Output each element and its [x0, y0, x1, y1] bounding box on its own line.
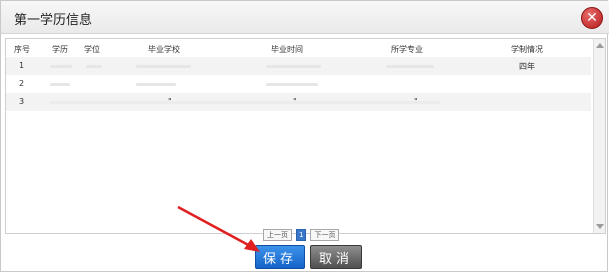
- education-dialog: 第一学历信息 ✕ 序号 学历 学位 毕业学校 毕业时间 所学专业 学制情况 1 …: [0, 0, 609, 272]
- header-major: 所学专业: [391, 45, 423, 54]
- table-header: 序号 学历 学位 毕业学校 毕业时间 所学专业 学制情况: [6, 39, 591, 57]
- cancel-button[interactable]: 取消: [310, 245, 362, 269]
- scroll-down-icon[interactable]: [596, 224, 604, 229]
- row-school-mark: ": [168, 97, 172, 106]
- table-row[interactable]: 2: [6, 75, 591, 93]
- redacted-cell: [50, 101, 440, 104]
- redacted-cell: [386, 65, 434, 68]
- header-index: 序号: [14, 45, 30, 54]
- header-duration: 学制情况: [511, 45, 543, 54]
- dialog-titlebar: 第一学历信息 ✕: [1, 1, 609, 34]
- current-page[interactable]: 1: [296, 229, 307, 241]
- redacted-cell: [136, 83, 176, 86]
- save-button[interactable]: 保存: [255, 245, 305, 269]
- row-time-mark: ": [293, 97, 297, 106]
- scroll-up-icon[interactable]: [596, 43, 604, 48]
- redacted-cell: [50, 83, 70, 86]
- redacted-cell: [86, 65, 102, 68]
- close-button[interactable]: ✕: [581, 7, 603, 29]
- table-row[interactable]: 3 " " ": [6, 93, 591, 111]
- row-index: 3: [19, 97, 25, 106]
- vertical-scrollbar[interactable]: [593, 39, 605, 233]
- row-index: 1: [19, 61, 25, 70]
- education-table: 序号 学历 学位 毕业学校 毕业时间 所学专业 学制情况 1 四年 2 3 " …: [5, 38, 606, 234]
- pagination: 上一页 1 下一页: [263, 229, 340, 241]
- row-major-mark: ": [414, 97, 418, 106]
- header-degree: 学历: [52, 45, 68, 54]
- dialog-title: 第一学历信息: [14, 13, 93, 28]
- close-icon: ✕: [586, 10, 598, 26]
- table-row[interactable]: 1 四年: [6, 57, 591, 75]
- row-index: 2: [19, 79, 25, 88]
- redacted-cell: [136, 65, 191, 68]
- header-title: 学位: [84, 45, 100, 54]
- prev-page-button[interactable]: 上一页: [263, 229, 292, 241]
- redacted-cell: [266, 65, 321, 68]
- header-gradtime: 毕业时间: [271, 45, 303, 54]
- next-page-button[interactable]: 下一页: [310, 229, 340, 241]
- header-school: 毕业学校: [148, 45, 180, 54]
- redacted-cell: [266, 83, 318, 86]
- row-duration: 四年: [519, 62, 535, 71]
- redacted-cell: [50, 65, 72, 68]
